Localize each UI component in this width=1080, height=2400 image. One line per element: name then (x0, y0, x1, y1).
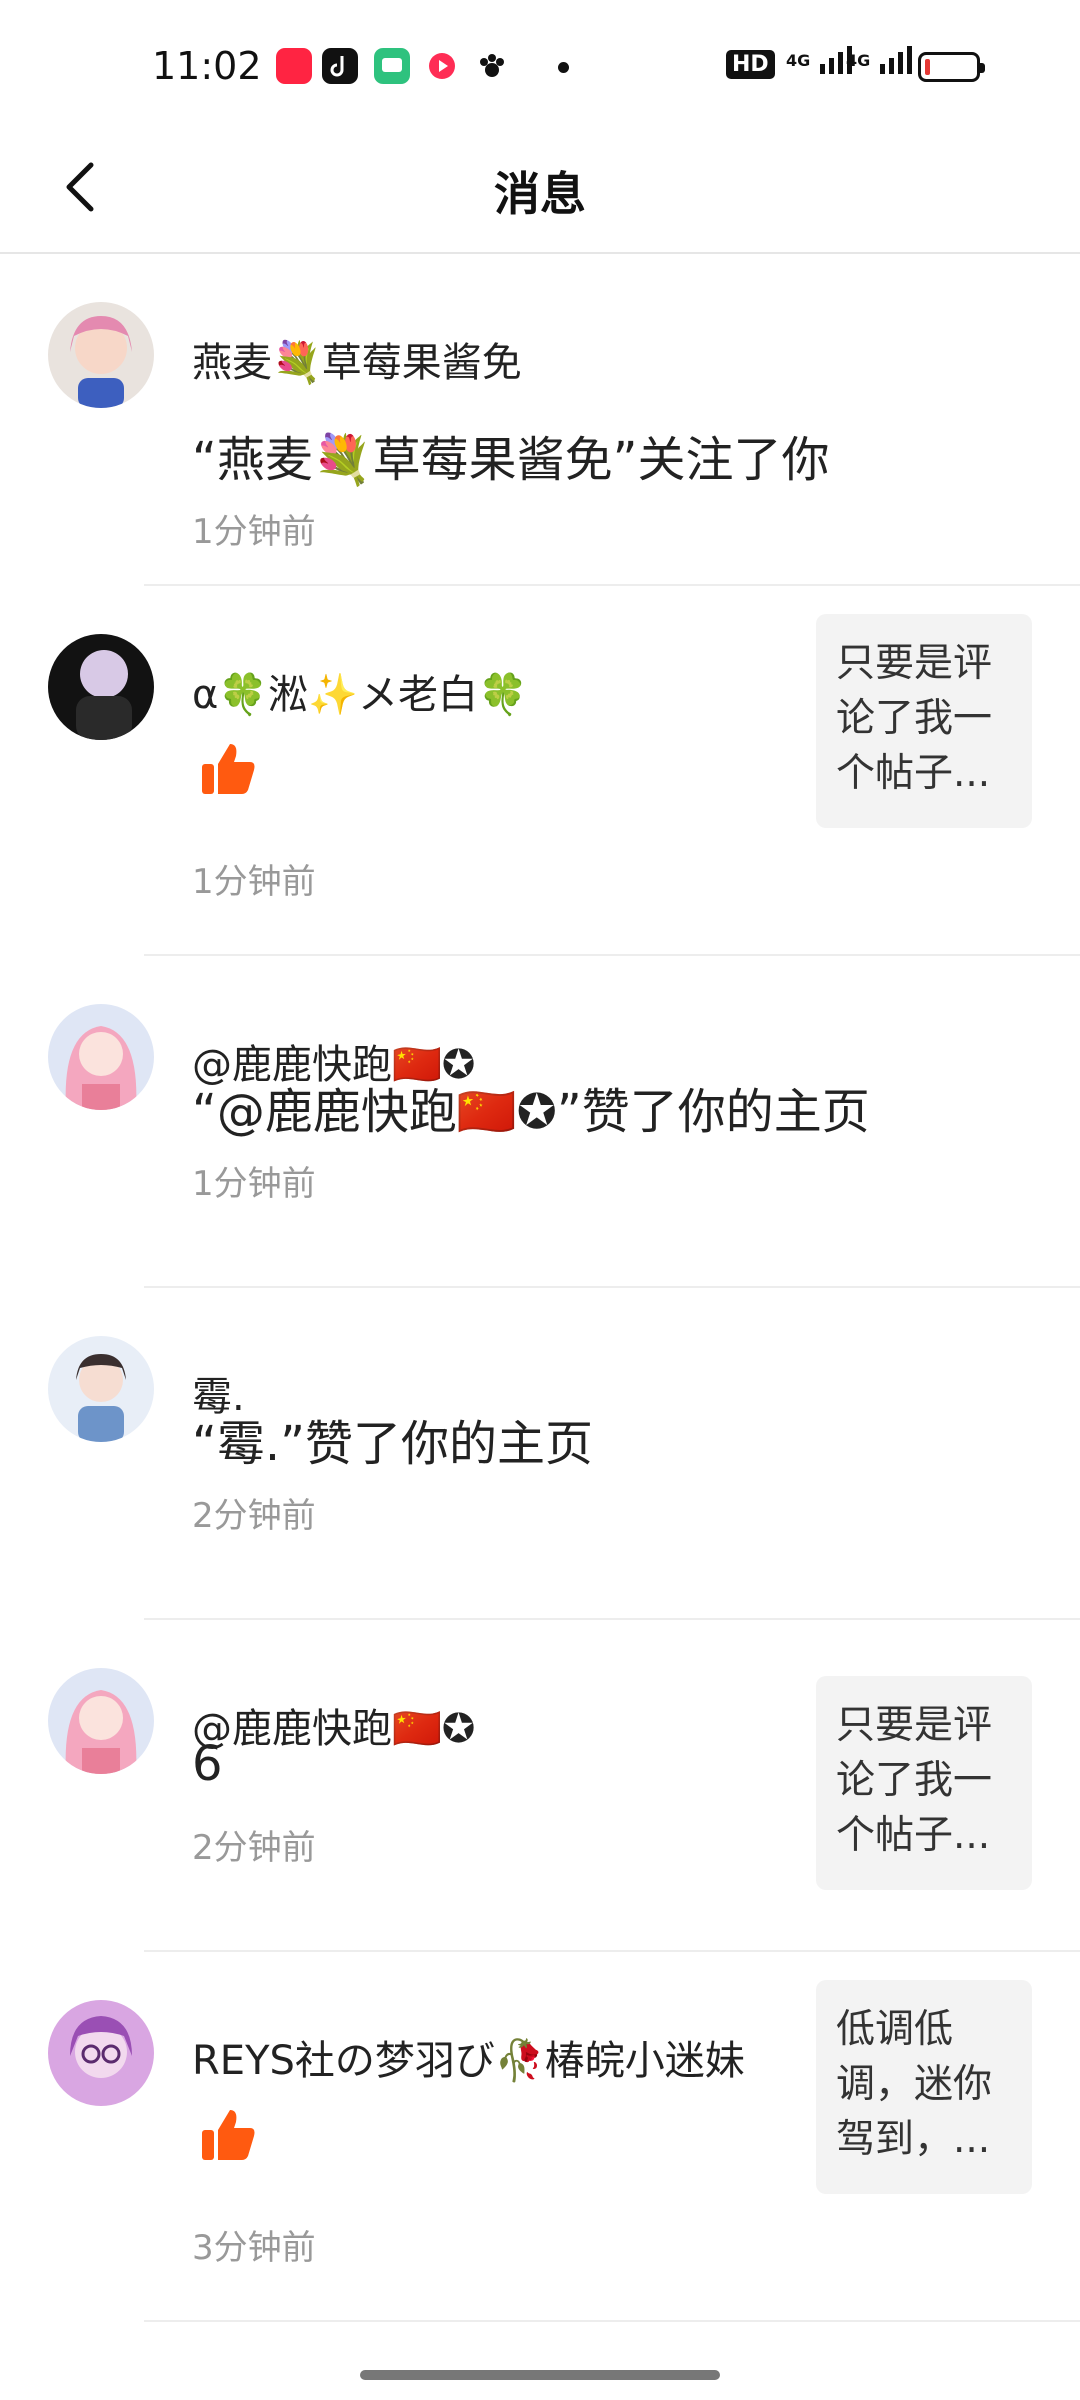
video-icon (424, 48, 460, 84)
message-text: 6 (192, 1736, 223, 1792)
chat-icon (374, 48, 410, 84)
douyin-icon (322, 48, 358, 84)
avatar[interactable] (48, 634, 154, 740)
message-text: “霉.”赞了你的主页 (192, 1416, 593, 1472)
list-item[interactable]: 霉. “霉.”赞了你的主页 2分钟前 (0, 1288, 1080, 1620)
timestamp: 2分钟前 (192, 1496, 316, 1536)
sender-name: @鹿鹿快跑🇨🇳✪ (192, 1706, 476, 1752)
list-item[interactable]: @鹿鹿快跑🇨🇳✪ 6 2分钟前 只要是评论了我一个帖子... (0, 1620, 1080, 1952)
timestamp: 1分钟前 (192, 862, 316, 902)
home-indicator[interactable] (360, 2370, 720, 2380)
net-label: 4G (786, 51, 811, 70)
timestamp: 1分钟前 (192, 1164, 316, 1204)
thumbs-up-icon (202, 2110, 255, 2160)
avatar[interactable] (48, 1668, 154, 1774)
avatar[interactable] (48, 302, 154, 408)
battery-low-icon (918, 52, 985, 82)
post-preview[interactable]: 只要是评论了我一个帖子... (816, 614, 1032, 828)
sender-name: 燕麦💐草莓果酱免 (192, 340, 522, 386)
message-text: “燕麦💐草莓果酱免”关注了你 (192, 432, 830, 488)
hd-icon: HD (726, 50, 775, 79)
notification-dot (558, 62, 569, 73)
list-item[interactable]: REYS社の梦羽び🥀椿皖小迷妹 3分钟前 低调低调，迷你驾到，... (0, 1952, 1080, 2322)
avatar[interactable] (48, 2000, 154, 2106)
list-item[interactable]: 燕麦💐草莓果酱免 “燕麦💐草莓果酱免”关注了你 1分钟前 (0, 254, 1080, 586)
timestamp: 1分钟前 (192, 512, 316, 552)
timestamp: 3分钟前 (192, 2228, 316, 2268)
paw-icon (474, 48, 510, 84)
top-app-bar: 消息 (0, 130, 1080, 254)
list-item[interactable]: α🍀淞✨メ老白🍀 1分钟前 只要是评论了我一个帖子... (0, 586, 1080, 956)
signal-4g-icon: 4G (846, 44, 916, 74)
avatar[interactable] (48, 1336, 154, 1442)
page-title: 消息 (494, 167, 586, 221)
post-preview[interactable]: 只要是评论了我一个帖子... (816, 1676, 1032, 1890)
status-time: 11:02 (152, 44, 262, 88)
sender-name: REYS社の梦羽び🥀椿皖小迷妹 (192, 2038, 745, 2084)
avatar[interactable] (48, 1004, 154, 1110)
sender-name: α🍀淞✨メ老白🍀 (192, 672, 528, 718)
timestamp: 2分钟前 (192, 1828, 316, 1868)
xiaohongshu-icon (276, 48, 312, 84)
status-bar: 11:02 HD 4G 4G (0, 0, 1080, 130)
net-label: 4G (846, 51, 871, 70)
post-preview[interactable]: 低调低调，迷你驾到，... (816, 1980, 1032, 2194)
message-text: “@鹿鹿快跑🇨🇳✪”赞了你的主页 (192, 1084, 870, 1140)
list-item[interactable]: @鹿鹿快跑🇨🇳✪ “@鹿鹿快跑🇨🇳✪”赞了你的主页 1分钟前 (0, 956, 1080, 1288)
hd-label: HD (732, 52, 769, 77)
message-list: 燕麦💐草莓果酱免 “燕麦💐草莓果酱免”关注了你 1分钟前 α🍀淞✨メ老白🍀 1分… (0, 254, 1080, 2322)
thumbs-up-icon (202, 744, 255, 794)
